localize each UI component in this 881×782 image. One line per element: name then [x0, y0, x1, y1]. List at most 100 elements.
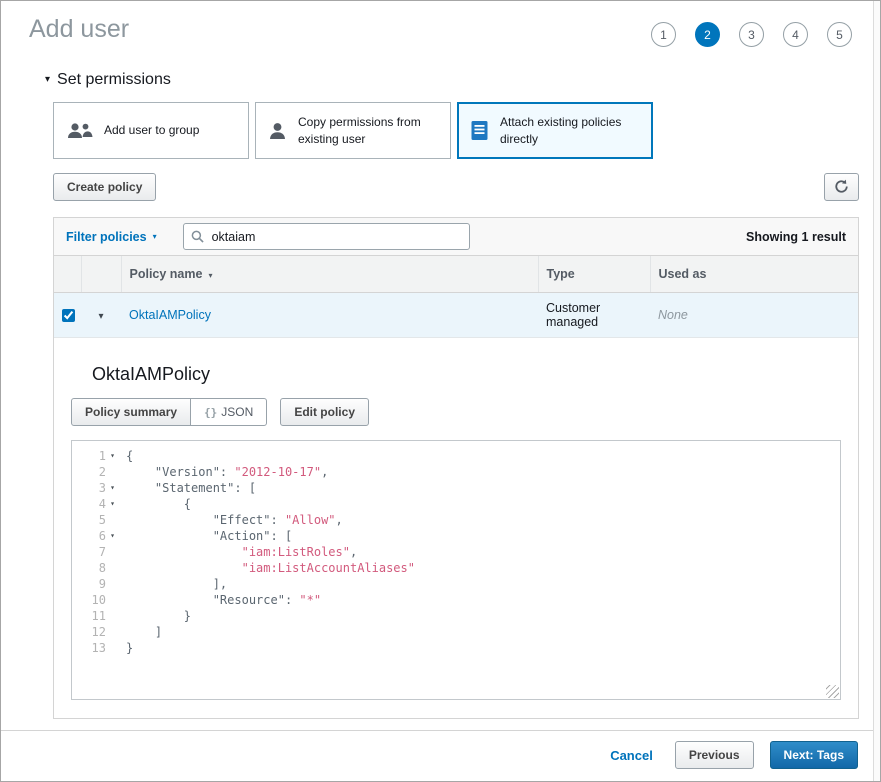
code-line: 13▾ } — [72, 640, 840, 656]
card-label: Attach existing policies directly — [500, 115, 622, 146]
next-tags-button[interactable]: Next: Tags — [769, 741, 858, 769]
card-label: Copy permissions from existing user — [298, 115, 421, 146]
column-type[interactable]: Type — [537, 256, 650, 293]
group-icon — [66, 122, 93, 140]
refresh-button[interactable] — [824, 173, 859, 201]
row-expander-cell: ▾ — [81, 292, 121, 338]
policy-name-cell: OktaIAMPolicy — [121, 292, 538, 338]
card-add-user-to-group[interactable]: Add user to group — [53, 102, 249, 159]
policies-table: Policy name ▾ Type Used as ▾ OktaIAMPoli… — [54, 256, 858, 338]
select-all-header-cell — [54, 256, 81, 293]
code-line: 7▾ "iam:ListRoles", — [72, 544, 840, 560]
step-number: 3 — [748, 27, 755, 42]
line-number: 6 — [98, 529, 106, 543]
expander-header-cell — [80, 256, 121, 293]
user-icon — [268, 122, 287, 140]
gutter: 4 ▾ — [72, 496, 120, 512]
refresh-icon — [834, 179, 849, 197]
filter-bar: Filter policies ▾ Showing 1 result — [54, 218, 858, 256]
line-number: 12 — [91, 625, 106, 639]
gutter: 13▾ — [72, 640, 120, 656]
wizard-header: Add user 1 2 3 4 5 — [1, 1, 880, 47]
set-permissions-section-header[interactable]: ▾ Set permissions — [45, 71, 859, 89]
edit-policy-button[interactable]: Edit policy — [280, 398, 369, 426]
policies-panel: Filter policies ▾ Showing 1 result — [53, 217, 859, 719]
gutter: 11▾ — [72, 608, 120, 624]
code-line: 6 ▾ "Action": [ — [72, 528, 840, 544]
code-line: 4 ▾ { — [72, 496, 840, 512]
line-number: 4 — [98, 497, 106, 511]
filter-policies-dropdown[interactable]: Filter policies ▾ — [66, 230, 157, 244]
line-number: 11 — [91, 609, 106, 623]
search-box — [182, 223, 470, 250]
card-label: Add user to group — [104, 123, 200, 138]
code-line: 5▾ "Effect": "Allow", — [72, 512, 840, 528]
policy-used-as-cell: None — [650, 292, 858, 338]
policy-row: ▾ OktaIAMPolicy Customer managed None — [54, 292, 858, 338]
gutter: 9▾ — [72, 576, 120, 592]
policy-json-editor[interactable]: 1▾ { 2▾ "Version": "2012-10-17", 3▾ — [71, 440, 841, 700]
code-line: 1 ▾ { — [72, 448, 840, 464]
policy-detail-tabs: Policy summary {} JSON Edit policy — [71, 398, 841, 426]
filter-label: Filter policies — [66, 229, 147, 244]
policy-detail-title: OktaIAMPolicy — [92, 364, 211, 384]
gutter: 12▾ — [72, 624, 120, 640]
fold-caret-icon[interactable]: ▾ — [108, 496, 117, 512]
gutter: 10▾ — [72, 592, 120, 608]
step-circle[interactable]: 5 — [827, 22, 852, 47]
gutter: 5▾ — [72, 512, 120, 528]
code-text: { — [126, 449, 134, 463]
cancel-link[interactable]: Cancel — [610, 748, 653, 763]
line-number: 10 — [91, 593, 106, 607]
tab-json[interactable]: {} JSON — [190, 398, 268, 426]
code-text: } — [126, 641, 134, 655]
code-text: ] — [126, 625, 163, 639]
fold-caret-icon[interactable]: ▾ — [108, 480, 117, 496]
tab-policy-summary[interactable]: Policy summary — [71, 398, 192, 426]
step-circle[interactable]: 4 — [783, 22, 808, 47]
line-number: 9 — [98, 577, 106, 591]
table-header-row: Policy name ▾ Type Used as — [54, 256, 858, 293]
gutter: 3 ▾ — [72, 480, 120, 496]
card-copy-permissions[interactable]: Copy permissions from existing user — [255, 102, 451, 159]
previous-button[interactable]: Previous — [674, 741, 754, 769]
code-text: "iam:ListRoles", — [241, 545, 358, 559]
column-policy-name[interactable]: Policy name ▾ — [120, 256, 538, 293]
step-circle[interactable]: 1 — [651, 22, 676, 47]
code-text: "Resource": "*" — [126, 593, 322, 607]
code-lines: 1▾ { 2▾ "Version": "2012-10-17", 3▾ — [72, 448, 840, 656]
row-checkbox[interactable] — [62, 309, 75, 323]
row-expander-icon[interactable]: ▾ — [98, 311, 103, 322]
chevron-down-icon: ▾ — [152, 231, 157, 241]
step-circle[interactable]: 3 — [739, 22, 764, 47]
code-text: "Statement": [ — [126, 481, 257, 495]
search-input[interactable] — [182, 223, 470, 250]
resize-handle-icon[interactable] — [826, 685, 839, 698]
step-number: 2 — [704, 27, 711, 42]
fold-caret-icon[interactable]: ▾ — [108, 448, 117, 464]
main-content: ▾ Set permissions Add user to group Copy… — [45, 71, 859, 719]
gutter: 1 ▾ — [72, 448, 120, 464]
line-number: 7 — [98, 545, 106, 559]
card-attach-existing-policies[interactable]: Attach existing policies directly — [457, 102, 653, 159]
policy-toolbar: Create policy — [53, 173, 859, 201]
policy-name-link[interactable]: OktaIAMPolicy — [129, 308, 211, 322]
add-user-wizard: Add user 1 2 3 4 5 ▾ Set permissions Add… — [0, 0, 881, 782]
braces-icon: {} — [204, 405, 218, 419]
line-number: 2 — [98, 465, 106, 479]
step-circle[interactable]: 2 — [695, 22, 720, 47]
sort-down-icon: ▾ — [208, 271, 213, 280]
column-label: Policy name — [129, 267, 203, 281]
code-line: 12▾ ] — [72, 624, 840, 640]
scrollbar[interactable] — [873, 1, 880, 781]
permission-option-cards: Add user to group Copy permissions from … — [53, 102, 859, 159]
policy-document-icon — [470, 120, 489, 141]
line-number: 8 — [98, 561, 106, 575]
column-used-as[interactable]: Used as — [649, 256, 858, 293]
fold-caret-icon[interactable]: ▾ — [108, 528, 117, 544]
step-number: 5 — [836, 27, 843, 42]
tab-json-label: JSON — [221, 405, 254, 419]
page-title: Add user — [29, 15, 130, 43]
create-policy-button[interactable]: Create policy — [53, 173, 157, 201]
line-number: 1 — [98, 449, 106, 463]
